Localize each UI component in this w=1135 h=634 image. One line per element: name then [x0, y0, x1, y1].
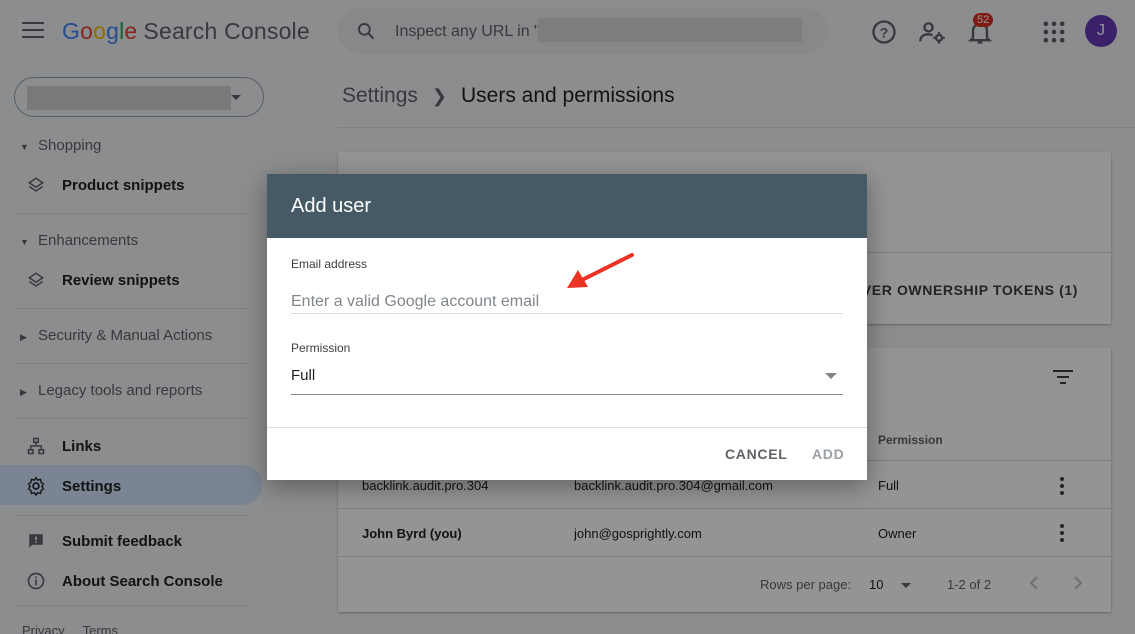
annotation-arrow-icon — [567, 253, 634, 288]
dialog-divider — [267, 427, 867, 428]
permission-select[interactable]: Full — [291, 364, 843, 395]
chevron-down-icon — [825, 373, 837, 379]
permission-field-label: Permission — [291, 341, 351, 355]
permission-select-value: Full — [291, 367, 316, 384]
add-user-dialog: Add user Email address Permission Full C… — [267, 174, 867, 480]
email-field-label: Email address — [291, 257, 368, 271]
add-button[interactable]: ADD — [812, 446, 844, 462]
dialog-title: Add user — [267, 174, 867, 238]
cancel-button[interactable]: CANCEL — [725, 446, 788, 462]
